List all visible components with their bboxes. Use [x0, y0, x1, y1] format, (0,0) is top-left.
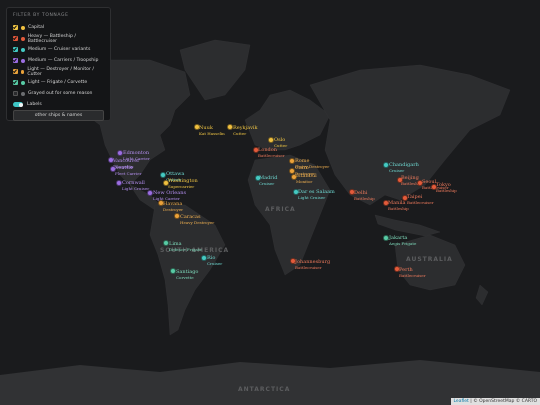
checkbox[interactable] — [13, 69, 18, 74]
ship-label: Lima Defence Frigate — [169, 241, 202, 253]
attribution-text: | © OpenStreetMap © CARTO — [468, 399, 537, 404]
world-map[interactable]: AFRICA AUSTRALIA ANTARCTICA SOUTH AMERIC… — [0, 0, 540, 405]
filter-item-carriers[interactable]: Medium — Carriers / Troopship — [13, 55, 104, 66]
ship-label: Chandigarh Cruiser — [389, 162, 419, 174]
ship-label: Seattle Fleet Carrier — [115, 165, 142, 177]
other-ships-button[interactable]: other ships & names — [13, 110, 104, 121]
ship-label: Delhi Battleship — [354, 190, 375, 202]
ship-label: Havana Destroyer — [163, 201, 184, 213]
checkbox[interactable] — [13, 80, 18, 85]
filter-item-label: Light — Destroyer / Monitor / Cutter — [27, 66, 94, 77]
filter-panel: FILTER BY TONNAGE Capital Heavy — Battle… — [6, 7, 111, 121]
ship-label: Tokyo Battleship — [436, 182, 457, 194]
checkbox[interactable] — [13, 36, 18, 41]
category-dot-icon — [21, 80, 25, 85]
ship-label: Perth Battlecruiser — [399, 267, 426, 279]
ship-label: London Battlecruiser — [258, 147, 285, 159]
region-label-antarctica: ANTARCTICA — [238, 386, 291, 393]
ship-label: Jakarta Aegis Frigate — [389, 235, 417, 247]
filter-item-label: Light — Frigate / Corvette — [28, 80, 88, 85]
filter-panel-title: FILTER BY TONNAGE — [13, 13, 69, 18]
leaflet-link[interactable]: Leaflet — [454, 399, 469, 404]
filter-item-destroyer[interactable]: Light — Destroyer / Monitor / Cutter — [13, 66, 104, 77]
ship-label: Dar es Salaam Light Cruiser — [298, 189, 335, 201]
labels-toggle-label: Labels — [27, 102, 42, 107]
ship-label: Reykjavik Cutter — [233, 125, 258, 137]
filter-item-label: Grayed out for some reason — [28, 91, 93, 96]
ship-label: Washington Supercarrier — [168, 178, 198, 190]
ship-label: Rio Cruiser — [207, 255, 223, 267]
category-dot-icon — [20, 69, 25, 74]
ship-label: Madrid Cruiser — [259, 175, 278, 187]
ship-label: Cornwall Light Cruiser — [122, 180, 150, 192]
filter-item-frigate[interactable]: Light — Frigate / Corvette — [13, 77, 104, 88]
ship-label: Manila Battleship — [388, 200, 409, 212]
filter-item-label: Medium — Cruiser variants — [28, 47, 91, 52]
ship-label: Santiago Corvette — [176, 269, 199, 281]
region-label-australia: AUSTRALIA — [406, 256, 453, 263]
ship-label: Johannesburg Battlecruiser — [295, 259, 331, 271]
map-attribution: Leaflet | © OpenStreetMap © CARTO — [450, 398, 540, 405]
ship-label: Taipei Battlecruiser — [407, 194, 434, 206]
labels-toggle-row: Labels — [13, 102, 104, 107]
filter-item-capital[interactable]: Capital — [13, 22, 104, 33]
filter-item-label: Medium — Carriers / Troopship — [28, 58, 99, 63]
filter-item-label: Capital — [28, 25, 45, 30]
filter-item-cruiser[interactable]: Medium — Cruiser variants — [13, 44, 104, 55]
checkbox[interactable] — [13, 91, 18, 96]
filter-item-grayed[interactable]: Grayed out for some reason — [13, 88, 104, 99]
ship-label: Caracas Heavy Destroyer — [180, 214, 215, 226]
labels-toggle[interactable] — [13, 102, 23, 107]
filter-item-heavy[interactable]: Heavy — Battleship / Battlecruiser — [13, 33, 104, 44]
category-dot-icon — [21, 58, 25, 63]
category-dot-icon — [20, 36, 25, 41]
ship-label: New Orleans Light Carrier — [153, 190, 187, 202]
checkbox[interactable] — [13, 25, 18, 30]
filter-item-label: Heavy — Battleship / Battlecruiser — [27, 33, 76, 44]
ship-label: Nuuk Kat Hasselin — [199, 125, 225, 137]
category-dot-icon — [21, 47, 25, 52]
checkbox[interactable] — [13, 47, 18, 52]
category-dot-icon — [21, 91, 25, 96]
region-label-africa: AFRICA — [265, 206, 296, 213]
ship-label: Cairo Destroyer — [295, 165, 316, 177]
checkbox[interactable] — [13, 58, 18, 63]
category-dot-icon — [21, 25, 25, 30]
